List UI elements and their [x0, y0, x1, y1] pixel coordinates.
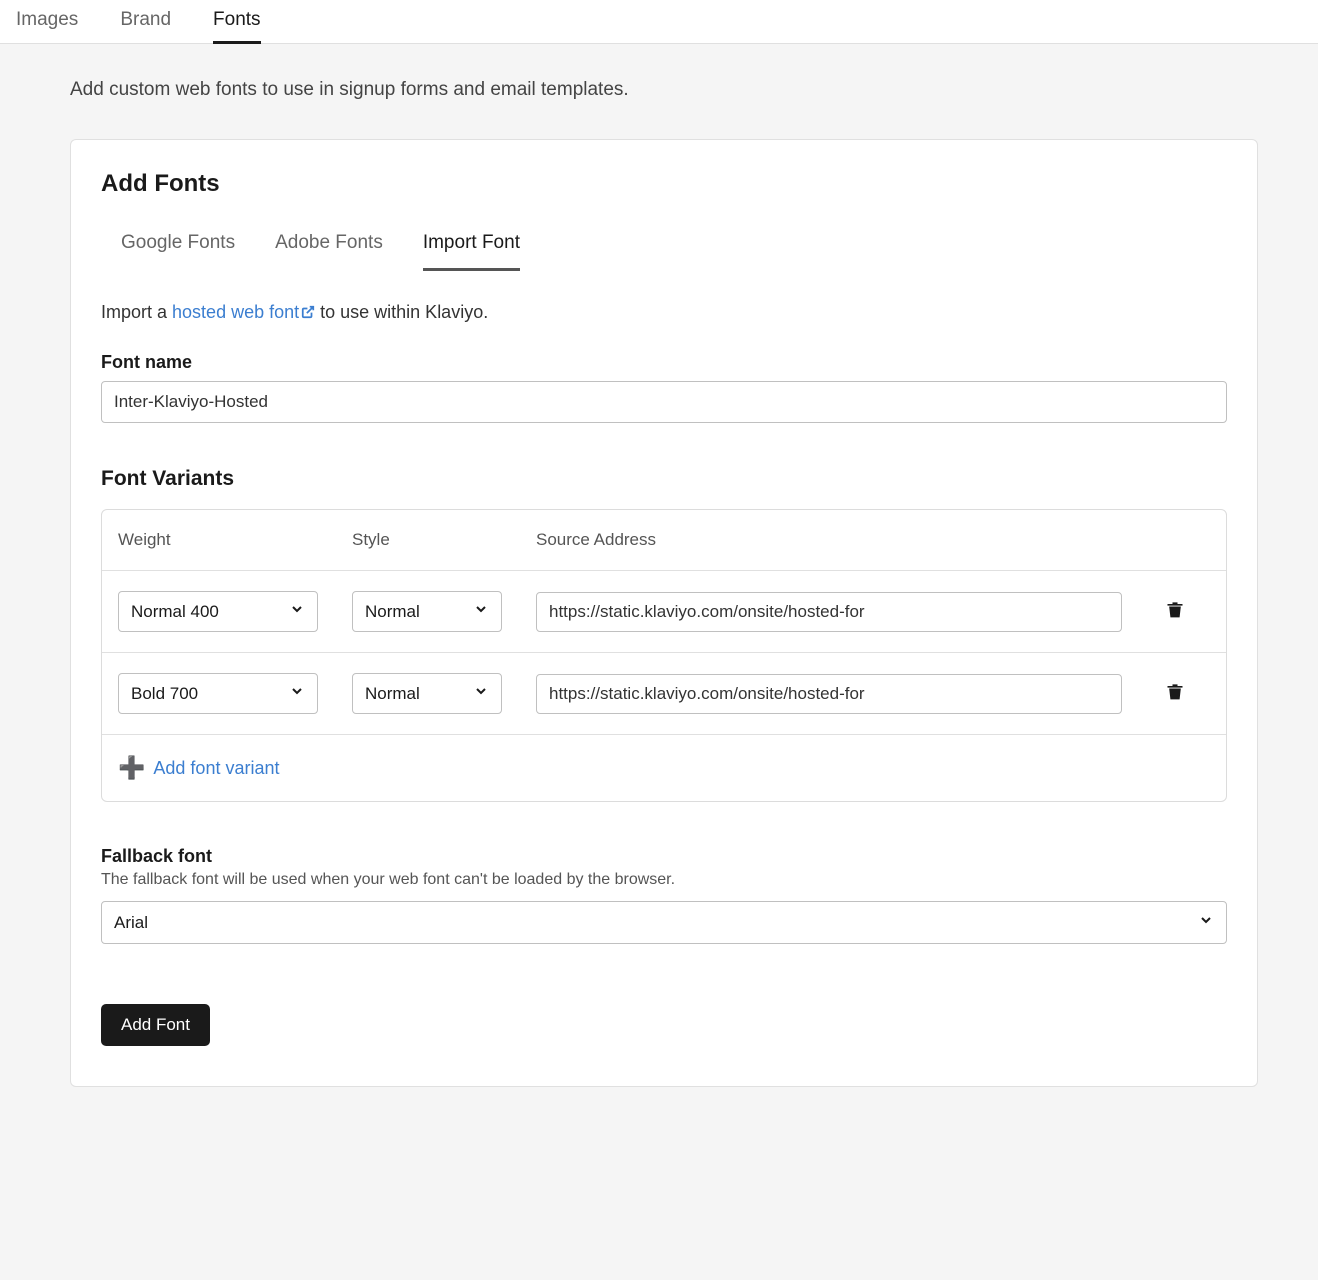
tab-fonts[interactable]: Fonts — [213, 0, 261, 44]
font-variants-box: Weight Style Source Address Normal 400 N… — [101, 509, 1227, 802]
chevron-down-icon — [289, 601, 305, 622]
delete-variant-button[interactable] — [1140, 680, 1210, 707]
font-name-input[interactable] — [101, 381, 1227, 423]
header-style: Style — [352, 530, 536, 550]
hosted-web-font-link[interactable]: hosted web font — [172, 302, 315, 322]
card-title: Add Fonts — [101, 170, 1227, 198]
add-font-variant-button[interactable]: ➕ Add font variant — [102, 735, 1226, 801]
variants-header-row: Weight Style Source Address — [102, 510, 1226, 571]
source-address-input[interactable] — [536, 674, 1122, 714]
plus-icon: ➕ — [118, 755, 145, 781]
chevron-down-icon — [473, 683, 489, 704]
fallback-section: Fallback font The fallback font will be … — [101, 846, 1227, 944]
weight-select[interactable]: Bold 700 — [118, 673, 318, 714]
style-value: Normal — [365, 602, 420, 622]
trash-icon — [1165, 607, 1185, 624]
chevron-down-icon — [1198, 912, 1214, 933]
header-source: Source Address — [536, 530, 1140, 550]
weight-value: Normal 400 — [131, 602, 219, 622]
tab-adobe-fonts[interactable]: Adobe Fonts — [275, 222, 383, 271]
chevron-down-icon — [289, 683, 305, 704]
tab-google-fonts[interactable]: Google Fonts — [121, 222, 235, 271]
add-variant-label: Add font variant — [153, 758, 279, 779]
tab-brand[interactable]: Brand — [120, 0, 171, 44]
header-weight: Weight — [118, 530, 352, 550]
tab-images[interactable]: Images — [16, 0, 78, 44]
style-select[interactable]: Normal — [352, 591, 502, 632]
page-content: Add custom web fonts to use in signup fo… — [0, 44, 1318, 1127]
trash-icon — [1165, 689, 1185, 706]
style-value: Normal — [365, 684, 420, 704]
style-select[interactable]: Normal — [352, 673, 502, 714]
fallback-font-select[interactable]: Arial — [101, 901, 1227, 944]
variant-row: Normal 400 Normal — [102, 571, 1226, 653]
font-variants-title: Font Variants — [101, 467, 1227, 491]
add-font-button[interactable]: Add Font — [101, 1004, 210, 1046]
external-link-icon — [301, 303, 315, 324]
tab-import-font[interactable]: Import Font — [423, 222, 520, 271]
fallback-value: Arial — [114, 913, 148, 933]
font-source-tabs: Google Fonts Adobe Fonts Import Font — [101, 222, 1227, 272]
intro-text: Add custom web fonts to use in signup fo… — [70, 79, 1258, 101]
import-desc-prefix: Import a — [101, 302, 172, 322]
top-nav-tabs: Images Brand Fonts — [0, 0, 1318, 44]
import-desc-suffix: to use within Klaviyo. — [315, 302, 488, 322]
weight-value: Bold 700 — [131, 684, 198, 704]
variant-row: Bold 700 Normal — [102, 653, 1226, 735]
source-address-input[interactable] — [536, 592, 1122, 632]
weight-select[interactable]: Normal 400 — [118, 591, 318, 632]
add-fonts-card: Add Fonts Google Fonts Adobe Fonts Impor… — [70, 139, 1258, 1087]
chevron-down-icon — [473, 601, 489, 622]
font-name-label: Font name — [101, 352, 1227, 373]
fallback-label: Fallback font — [101, 846, 1227, 867]
fallback-description: The fallback font will be used when your… — [101, 871, 1227, 889]
delete-variant-button[interactable] — [1140, 598, 1210, 625]
import-description: Import a hosted web font to use within K… — [101, 302, 1227, 324]
